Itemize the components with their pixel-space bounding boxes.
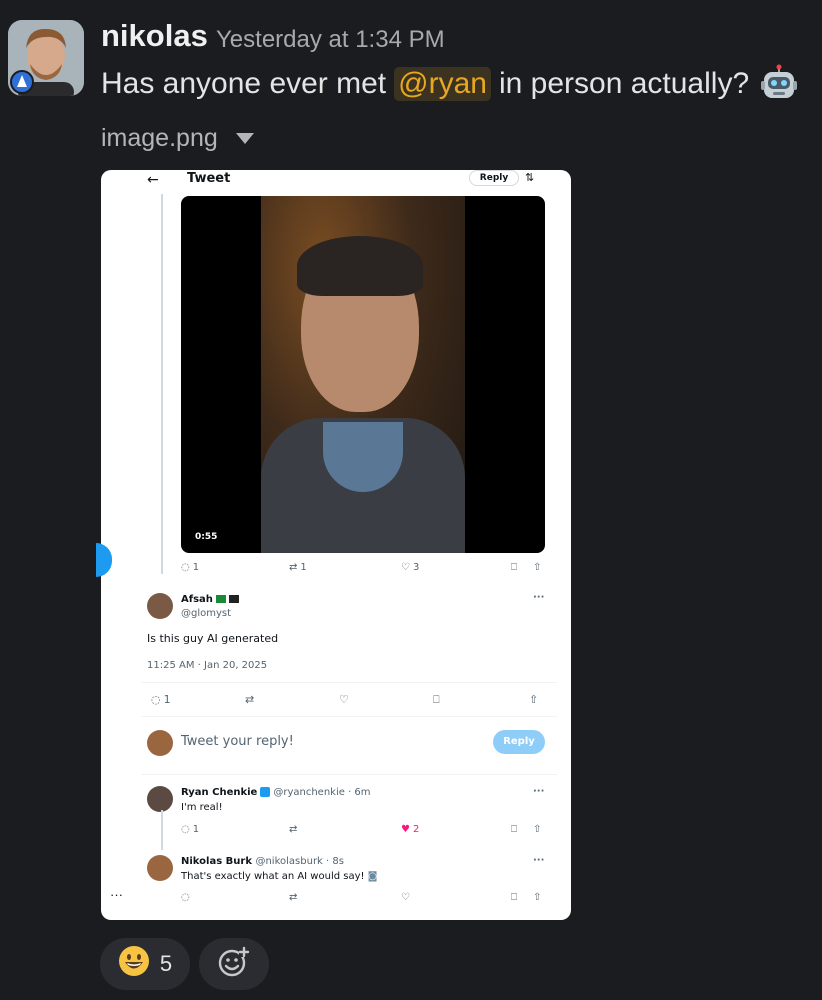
- heart-filled-icon: ♥: [401, 824, 410, 835]
- person-hair: [297, 236, 423, 296]
- more-icon: ···: [110, 887, 123, 902]
- flag-icon: [215, 595, 226, 603]
- heart-icon: ♡: [339, 693, 349, 706]
- more-icon: ···: [533, 855, 545, 866]
- attachment-toggle[interactable]: image.png: [101, 124, 254, 153]
- share-icon: ⇧: [529, 693, 539, 706]
- message-text: Has anyone ever met @ryan in person actu…: [101, 64, 799, 104]
- message-timestamp[interactable]: Yesterday at 1:34 PM: [216, 26, 445, 54]
- reply-handle: @glomyst: [181, 608, 232, 619]
- reply-author: Afsah: [181, 594, 239, 605]
- retweet-count: 1: [300, 562, 307, 573]
- add-reaction-button[interactable]: [199, 938, 269, 990]
- tweet-likes: ♡ 3: [401, 562, 419, 573]
- compose-placeholder: Tweet your reply!: [181, 734, 294, 749]
- divider: [141, 774, 557, 775]
- reply-time: 11:25 AM · Jan 20, 2025: [147, 660, 268, 671]
- grinning-face-icon: [118, 945, 150, 983]
- comment-avatar: [147, 786, 173, 812]
- share-icon: ⇧: [533, 892, 542, 903]
- comment-replies: ◌ 1: [181, 824, 199, 835]
- divider: [141, 682, 557, 683]
- bookmark-icon: ⎕: [511, 892, 517, 903]
- retweet-icon: ⇄: [289, 562, 298, 573]
- comment-text: That's exactly what an AI would say! ◙: [181, 871, 378, 882]
- retweet-icon: ⇄: [289, 824, 298, 835]
- video-duration: 0:55: [195, 532, 218, 542]
- reply-text: Is this guy AI generated: [147, 632, 279, 645]
- video-frame: [261, 196, 465, 553]
- reply-count: 1: [192, 562, 200, 573]
- retweet-icon: ⇄: [289, 892, 298, 903]
- attachment-image[interactable]: ← Tweet Reply ⇅ 0:55 ◌ 1 ⇄ 1 ♡ 3 ⎕ ⇧ Afsah …: [101, 170, 571, 920]
- like-count: 2: [412, 824, 420, 835]
- reply-count: 1: [192, 824, 200, 835]
- arrow-left-icon: ←: [147, 172, 159, 188]
- bookmark-icon: ⎕: [511, 824, 517, 835]
- thread-line: [161, 810, 163, 850]
- comment-avatar: [147, 855, 173, 881]
- comment-icon: ◌: [181, 824, 190, 835]
- share-icon: ⇧: [533, 824, 542, 835]
- more-icon: ···: [533, 592, 545, 603]
- bookmark-icon: ⎕: [433, 693, 440, 706]
- reply-avatar: [147, 593, 173, 619]
- tweet-video: 0:55: [181, 196, 545, 553]
- reaction-grinning[interactable]: 5: [100, 938, 190, 990]
- comment-icon: ◌: [151, 693, 161, 706]
- divider: [141, 716, 557, 717]
- comment-handle: @ryanchenkie · 6m: [273, 787, 371, 798]
- filter-icon: ⇅: [525, 171, 535, 184]
- flag-icon: [228, 595, 239, 603]
- compose-avatar: [147, 730, 173, 756]
- caret-down-icon: [235, 133, 254, 144]
- tweet-reply-button: Reply: [469, 170, 519, 186]
- robot-face-icon: ◙: [367, 871, 378, 882]
- comment-author: Nikolas Burk @nikolasburk · 8s: [181, 856, 344, 867]
- like-count: 3: [412, 562, 420, 573]
- thread-line: [161, 194, 163, 574]
- reply-count: 1: [163, 693, 171, 706]
- message-text-before: Has anyone ever met: [101, 67, 387, 100]
- comment-text: I'm real!: [181, 802, 223, 813]
- more-icon: ···: [533, 786, 545, 797]
- add-emoji-icon: [217, 945, 251, 984]
- message-author[interactable]: nikolas: [101, 18, 208, 54]
- comment-author: Ryan Chenkie @ryanchenkie · 6m: [181, 787, 371, 798]
- attachment-filename: image.png: [101, 124, 218, 152]
- tweet-retweets: ⇄ 1: [289, 562, 307, 573]
- bookmark-icon: ⎕: [511, 562, 517, 573]
- verified-icon: [260, 787, 271, 797]
- comment-icon: ◌: [181, 562, 190, 573]
- comment-likes: ♥ 2: [401, 824, 419, 835]
- comment-icon: ◌: [181, 892, 190, 903]
- comment-handle: @nikolasburk · 8s: [255, 856, 344, 867]
- heart-icon: ♡: [401, 892, 410, 903]
- reply-replies: ◌ 1: [151, 693, 171, 706]
- workspace-badge-icon: [10, 70, 34, 94]
- reaction-count: 5: [159, 951, 173, 976]
- retweet-icon: ⇄: [245, 693, 255, 706]
- heart-icon: ♡: [401, 562, 410, 573]
- compose-reply-button: Reply: [493, 730, 545, 754]
- message-text-after: in person actually?: [498, 67, 750, 100]
- tweet-replies: ◌ 1: [181, 562, 199, 573]
- tweet-title: Tweet: [187, 171, 231, 186]
- robot-face-icon: [759, 64, 799, 104]
- user-mention[interactable]: @ryan: [394, 67, 491, 101]
- share-icon: ⇧: [533, 562, 542, 573]
